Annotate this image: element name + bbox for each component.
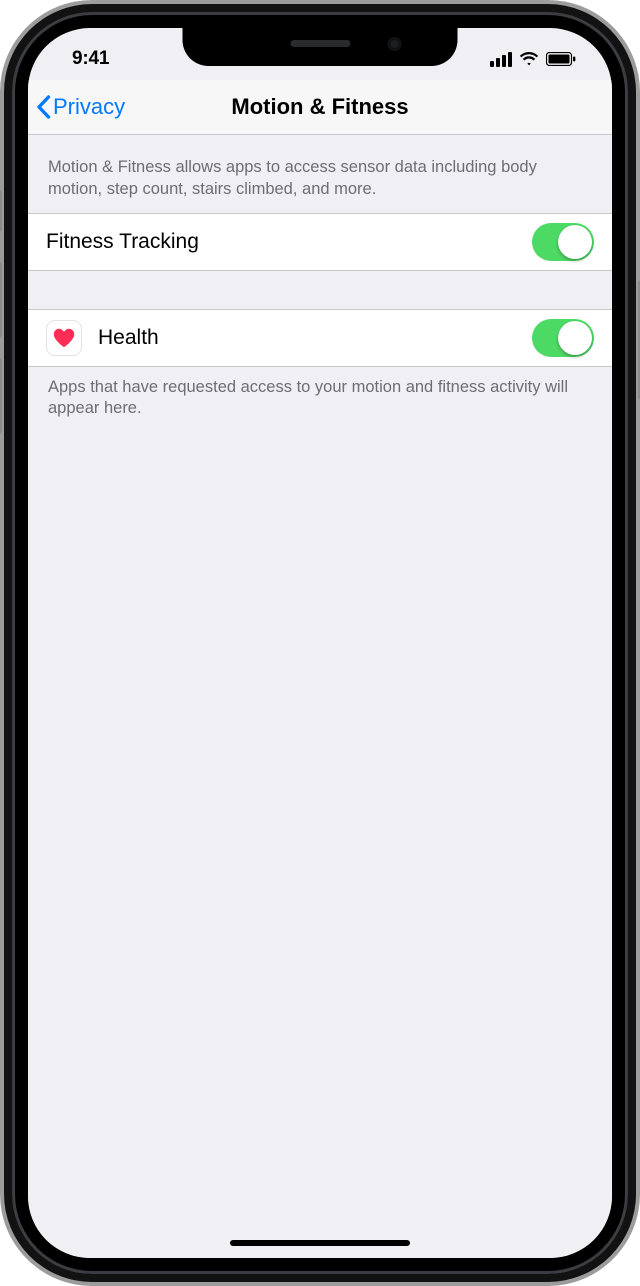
chevron-left-icon	[36, 95, 51, 119]
health-row: Health	[28, 310, 612, 366]
volume-up-button[interactable]	[0, 262, 2, 338]
health-app-icon	[46, 320, 82, 356]
fitness-tracking-label: Fitness Tracking	[46, 230, 532, 254]
content[interactable]: Motion & Fitness allows apps to access s…	[28, 135, 612, 1258]
wifi-icon	[519, 52, 539, 66]
fitness-tracking-toggle[interactable]	[532, 223, 594, 261]
apps-group: Health	[28, 309, 612, 367]
mute-switch[interactable]	[0, 190, 2, 232]
health-label: Health	[98, 326, 532, 350]
health-toggle[interactable]	[532, 319, 594, 357]
navigation-bar: Privacy Motion & Fitness	[28, 80, 612, 135]
back-button[interactable]: Privacy	[36, 94, 125, 120]
home-indicator[interactable]	[230, 1240, 410, 1246]
volume-down-button[interactable]	[0, 358, 2, 434]
fitness-tracking-group: Fitness Tracking	[28, 213, 612, 271]
section-footer-text: Apps that have requested access to your …	[28, 367, 612, 433]
heart-icon	[53, 328, 75, 348]
device-frame: 9:41 Privacy Motion & Fitness Motion & F…	[0, 0, 640, 1286]
status-icons	[490, 42, 582, 67]
fitness-tracking-row: Fitness Tracking	[28, 214, 612, 270]
speaker-grille	[290, 40, 350, 47]
screen: 9:41 Privacy Motion & Fitness Motion & F…	[28, 28, 612, 1258]
back-label: Privacy	[53, 94, 125, 120]
section-header-text: Motion & Fitness allows apps to access s…	[28, 135, 612, 213]
cellular-signal-icon	[490, 52, 512, 67]
status-time: 9:41	[58, 38, 109, 70]
battery-icon	[546, 52, 576, 66]
notch	[183, 28, 458, 66]
front-camera	[388, 37, 402, 51]
